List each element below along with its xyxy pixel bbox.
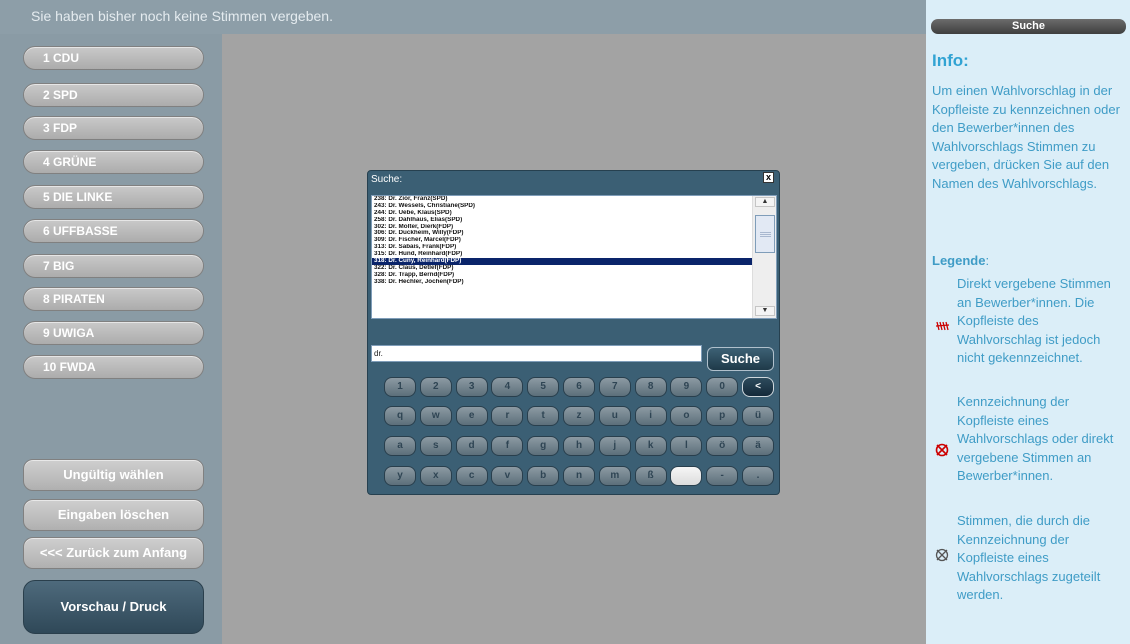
dialog-title: Suche: [371, 174, 403, 185]
search-results-list[interactable]: 238: Dr. Zior, Franz(SPD) 243: Dr. Wessel… [371, 195, 777, 319]
search-input[interactable]: dr. [371, 345, 702, 362]
key-hyphen[interactable]: - [706, 466, 739, 486]
party-button-gruene[interactable]: 4 GRÜNE [23, 150, 204, 174]
key-w[interactable]: w [419, 406, 452, 426]
key-k[interactable]: k [634, 436, 667, 456]
search-result-item[interactable]: 313: Dr. Sabais, Frank(FDP) [372, 244, 753, 251]
key-f[interactable]: f [491, 436, 524, 456]
search-result-item[interactable]: 244: Dr. Uebe, Klaus(SPD) [372, 210, 753, 217]
party-button-uwiga[interactable]: 9 UWIGA [23, 321, 204, 345]
party-button-piraten[interactable]: 8 PIRATEN [23, 287, 204, 311]
party-button-cdu[interactable]: 1 CDU [23, 46, 204, 70]
scroll-up-arrow-icon[interactable]: ▲ [755, 197, 775, 207]
party-button-spd[interactable]: 2 SPD [23, 83, 204, 107]
search-result-item[interactable]: 328: Dr. Trapp, Bernd(FDP) [372, 272, 753, 279]
key-j[interactable]: j [598, 436, 631, 456]
legend-title-label: Legende [932, 253, 986, 268]
status-message: Sie haben bisher noch keine Stimmen verg… [31, 8, 333, 24]
info-description: Um einen Wahlvorschlag in der Kopfleiste… [932, 83, 1120, 191]
key-b[interactable]: b [527, 466, 560, 486]
key-ö[interactable]: ö [706, 436, 739, 456]
key-1[interactable]: 1 [384, 377, 416, 397]
key-v[interactable]: v [491, 466, 524, 486]
search-result-item[interactable]: 302: Dr. Molter, Dierk(FDP) [372, 224, 753, 231]
key-h[interactable]: h [563, 436, 595, 456]
red-crossed-circle-icon [935, 443, 949, 457]
gray-crossed-circle-icon [935, 548, 949, 562]
search-result-item[interactable]: 243: Dr. Wessels, Christiane(SPD) [372, 203, 753, 210]
key-y[interactable]: y [384, 466, 416, 486]
legend-title-suffix: : [985, 253, 990, 268]
key-g[interactable]: g [527, 436, 560, 456]
party-button-fdp[interactable]: 3 FDP [23, 116, 204, 140]
search-result-item[interactable]: 315: Dr. Hund, Reinhard(FDP) [372, 251, 753, 258]
key-8[interactable]: 8 [634, 377, 667, 397]
key-4[interactable]: 4 [491, 377, 524, 397]
search-dialog: Suche: x 238: Dr. Zior, Franz(SPD) 243: D… [367, 170, 780, 495]
key-u[interactable]: u [598, 406, 631, 426]
legend-text-direct-votes: Direkt vergebene Stimmen an Bewerber*inn… [957, 276, 1111, 365]
search-tab-button[interactable]: Suche [931, 19, 1126, 34]
party-button-uffbasse[interactable]: 6 UFFBASSE [23, 219, 204, 243]
party-button-big[interactable]: 7 BIG [23, 254, 204, 278]
key-r[interactable]: r [491, 406, 524, 426]
key-x[interactable]: x [419, 466, 452, 486]
back-to-start-button[interactable]: <<< Zurück zum Anfang [23, 537, 204, 569]
backspace-key[interactable]: < [742, 377, 774, 397]
key-m[interactable]: m [598, 466, 631, 486]
search-result-item[interactable]: 322: Dr. Claus, Detlef(FDP) [372, 265, 753, 272]
info-title: Info: [932, 51, 969, 70]
key-space[interactable] [670, 466, 703, 486]
key-c[interactable]: c [455, 466, 488, 486]
search-result-item[interactable]: 318: Dr. Cuny, Reinhard(FDP) [372, 258, 753, 265]
key-p[interactable]: p [706, 406, 739, 426]
invalid-vote-button[interactable]: Ungültig wählen [23, 459, 204, 491]
key-l[interactable]: l [670, 436, 703, 456]
legend-title: Legende: [932, 253, 989, 268]
key-7[interactable]: 7 [598, 377, 631, 397]
key-ß[interactable]: ß [634, 466, 667, 486]
key-5[interactable]: 5 [527, 377, 560, 397]
key-ä[interactable]: ä [742, 436, 774, 456]
close-icon[interactable]: x [763, 172, 774, 183]
search-result-item[interactable]: 338: Dr. Hechler, Jochen(FDP) [372, 279, 753, 286]
key-ü[interactable]: ü [742, 406, 774, 426]
key-o[interactable]: o [670, 406, 703, 426]
search-result-item[interactable]: 258: Dr. Dahlhaus, Elias(SPD) [372, 217, 753, 224]
scroll-down-arrow-icon[interactable]: ▼ [755, 306, 775, 316]
red-tally-marks-icon [936, 321, 950, 331]
key-period[interactable]: . [742, 466, 774, 486]
party-button-die-linke[interactable]: 5 DIE LINKE [23, 185, 204, 209]
key-0[interactable]: 0 [706, 377, 739, 397]
key-9[interactable]: 9 [670, 377, 703, 397]
key-s[interactable]: s [419, 436, 452, 456]
results-ul: 238: Dr. Zior, Franz(SPD) 243: Dr. Wessel… [372, 196, 753, 286]
key-e[interactable]: e [455, 406, 488, 426]
search-result-item[interactable]: 238: Dr. Zior, Franz(SPD) [372, 196, 753, 203]
key-6[interactable]: 6 [563, 377, 595, 397]
party-button-fwda[interactable]: 10 FWDA [23, 355, 204, 379]
scrollbar[interactable]: ▲ ▼ [752, 196, 776, 318]
search-result-item[interactable]: 306: Dr. Duckheim, Willy(FDP) [372, 230, 753, 237]
key-2[interactable]: 2 [419, 377, 452, 397]
key-n[interactable]: n [563, 466, 595, 486]
status-bar: Sie haben bisher noch keine Stimmen verg… [0, 0, 926, 34]
key-i[interactable]: i [634, 406, 667, 426]
legend-text-marked-header: Kennzeichnung der Kopfleiste eines Wahlv… [957, 394, 1114, 483]
scrollbar-thumb[interactable] [755, 215, 775, 253]
legend-text-assigned-votes: Stimmen, die durch die Kennzeichnung der… [957, 513, 1101, 602]
preview-print-button[interactable]: Vorschau / Druck [23, 580, 204, 634]
search-button[interactable]: Suche [707, 347, 774, 371]
key-q[interactable]: q [384, 406, 416, 426]
key-3[interactable]: 3 [455, 377, 488, 397]
key-d[interactable]: d [455, 436, 488, 456]
key-a[interactable]: a [384, 436, 416, 456]
key-z[interactable]: z [563, 406, 595, 426]
clear-inputs-button[interactable]: Eingaben löschen [23, 499, 204, 531]
search-result-item[interactable]: 309: Dr. Fischer, Marcel(FDP) [372, 237, 753, 244]
key-t[interactable]: t [527, 406, 560, 426]
